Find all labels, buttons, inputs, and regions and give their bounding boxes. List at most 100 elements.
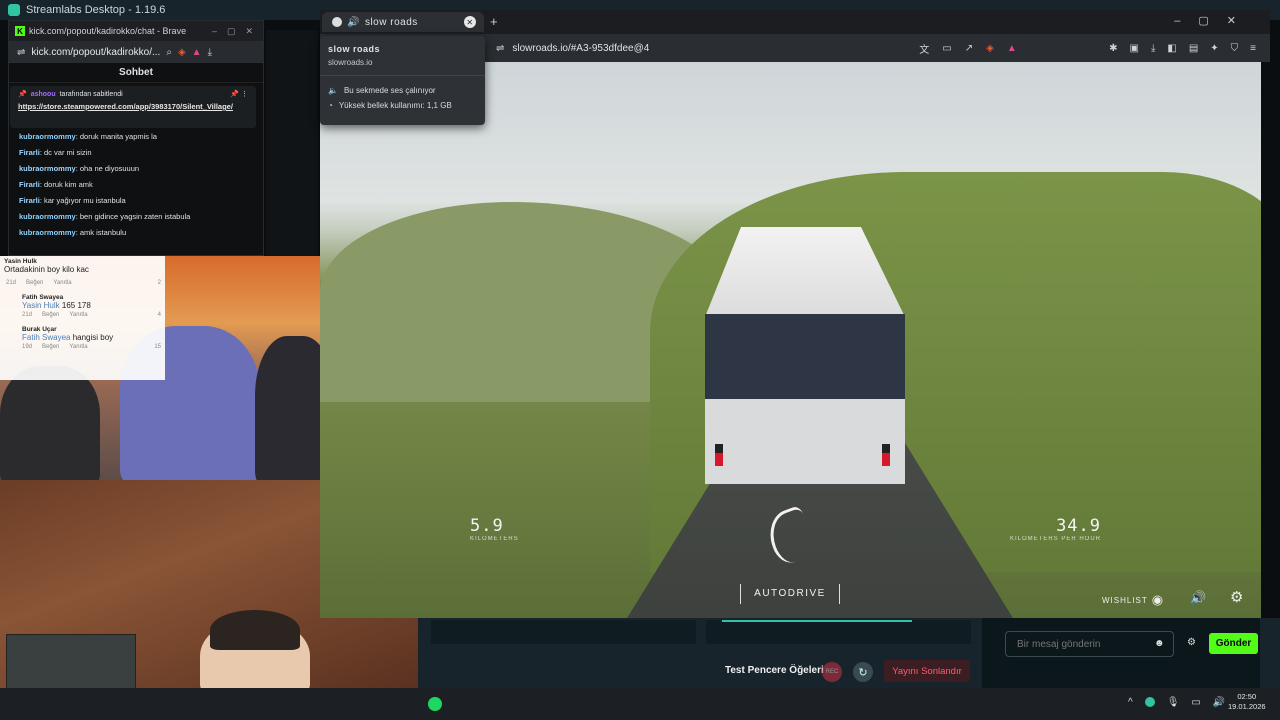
volume-icon[interactable]: 🔊 (1190, 590, 1206, 606)
comment-mention[interactable]: Fatih Swayea (22, 333, 70, 342)
pinned-by-user[interactable]: ashoou (31, 91, 56, 98)
chat-username[interactable]: kubraormommy (19, 164, 76, 173)
like-link[interactable]: Beğen (42, 344, 59, 350)
tray-chevron-icon[interactable]: ^ (1128, 697, 1133, 708)
extensions-icon[interactable]: ✱ (1109, 43, 1117, 54)
wishlist-label: WISHLIST (1102, 595, 1148, 605)
send-button[interactable]: Gönder (1209, 633, 1258, 654)
taskbar-clock[interactable]: 02:50 19.01.2026 (1228, 692, 1266, 712)
audio-level-bar[interactable] (722, 620, 912, 622)
brave-rewards-icon[interactable]: ▲ (1007, 41, 1017, 56)
site-settings-icon[interactable]: ⇌ (17, 47, 25, 58)
like-link[interactable]: Beğen (42, 312, 59, 318)
reply-link[interactable]: Yanıtla (53, 280, 71, 286)
chat-message: kubraormommy: doruk manita yapmis la (19, 132, 157, 141)
memory-icon: ◔ (328, 101, 333, 110)
url-field[interactable]: slowroads.io/#A3-953dfdee@4 (512, 43, 649, 54)
like-count: 15 (154, 344, 161, 350)
chat-message: Firarli: doruk kim amk (19, 180, 93, 189)
settings-gear-icon[interactable]: ⚙ (1230, 588, 1243, 606)
chat-address-bar[interactable]: ⇌ kick.com/popout/kadirokko/... ⌕ ◈ ▲ ⤓ (9, 41, 263, 63)
emoji-icon[interactable]: ☻ (1154, 638, 1165, 649)
test-widgets-label[interactable]: Test Pencere Öğeleri (725, 665, 824, 676)
volume-icon[interactable]: 🔊 (1213, 697, 1225, 708)
comment-text: hangisi boy (72, 333, 114, 342)
comment-age: 21d (6, 280, 17, 286)
system-tray: ^ 🎙 ▭ 🔊 (1128, 697, 1225, 708)
chat-username[interactable]: kubraormommy (19, 132, 76, 141)
windows-taskbar (0, 688, 1280, 720)
speaker-icon: 🔈 (328, 86, 338, 95)
site-favicon-icon (332, 17, 342, 27)
window-controls-icon[interactable]: –▢✕ (212, 26, 263, 37)
chat-username[interactable]: Firarli (19, 196, 40, 205)
end-stream-button[interactable]: Yayını Sonlandır (884, 660, 970, 682)
chat-message-list: kubraormommy: doruk manita yapmis la Fir… (9, 129, 263, 241)
clock-date: 19.01.2026 (1228, 702, 1266, 711)
search-icon[interactable]: ⌕ (166, 47, 172, 58)
tab-title: slow roads (364, 16, 418, 28)
download-icon[interactable]: ⤓ (208, 47, 212, 58)
brave-shield-icon[interactable]: ◈ (986, 41, 994, 56)
comment-age: 19d (22, 344, 33, 350)
chat-text: doruk kim amk (44, 180, 93, 189)
audio-mixer-right (706, 620, 971, 644)
window-controls-icon[interactable]: –▢✕ (1174, 14, 1254, 27)
comment-mention[interactable]: Yasin Hulk (22, 301, 60, 310)
app-title: Streamlabs Desktop - 1.19.6 (26, 4, 166, 16)
tab-slow-roads[interactable]: 🔊 slow roads ✕ (322, 12, 484, 32)
like-link[interactable]: Beğen (26, 280, 43, 286)
autodrive-button[interactable]: AUTODRIVE (740, 584, 840, 604)
chat-message: kubraormommy: amk istanbulu (19, 228, 127, 237)
chat-username[interactable]: Firarli (19, 148, 40, 157)
chat-username[interactable]: Firarli (19, 180, 40, 189)
chat-username[interactable]: kubraormommy (19, 212, 76, 221)
chat-text: amk istanbulu (79, 228, 127, 237)
site-settings-icon[interactable]: ⇌ (496, 43, 504, 54)
hover-card-audio-row: 🔈 Bu sekmede ses çalınıyor (328, 86, 477, 95)
kick-logo-icon: K (15, 26, 25, 36)
chat-text: ben gidince yagsin zaten istabula (79, 212, 191, 221)
network-icon[interactable]: ▭ (1191, 697, 1200, 708)
pinned-message: 📌 ashoou tarafından sabitlendi 📌 ⋮ https… (10, 86, 256, 128)
brave-shield-icon[interactable]: ◈ (178, 47, 186, 58)
wallet-icon[interactable]: ▤ (1189, 43, 1198, 54)
comment-author: Burak Uçar (22, 326, 57, 333)
spotify-icon[interactable] (428, 697, 442, 711)
vpn-icon[interactable]: ⛉ (1231, 43, 1239, 54)
streamlabs-tray-icon[interactable] (1144, 697, 1155, 707)
cast-icon[interactable]: ▭ (942, 41, 951, 56)
pin-icon: 📌 (18, 91, 27, 98)
chat-window-title: kick.com/popout/kadirokko/chat - Brave (29, 26, 187, 36)
comment-author: Yasin Hulk (4, 258, 37, 265)
record-button[interactable]: REC (822, 662, 842, 682)
unpin-icon[interactable]: 📌 ⋮ (230, 90, 248, 98)
brave-rewards-icon[interactable]: ▲ (192, 47, 202, 58)
slowroads-game-canvas[interactable]: 5.9 KILOMETERS 34.9 KILOMETERS PER HOUR … (320, 62, 1261, 618)
speaker-icon[interactable]: 🔊 (347, 17, 360, 28)
chat-address[interactable]: kick.com/popout/kadirokko/... (31, 47, 160, 58)
distance-value: 5.9 (470, 516, 504, 536)
chat-message-input[interactable] (1005, 631, 1174, 657)
reply-link[interactable]: Yanıtla (69, 312, 87, 318)
pinned-link[interactable]: https://store.steampowered.com/app/39831… (18, 102, 248, 112)
reply-link[interactable]: Yanıtla (69, 344, 87, 350)
comment-text: Ortadakinin boy kilo kac (4, 265, 89, 274)
download-icon[interactable]: ⤓ (1151, 43, 1155, 54)
translate-icon[interactable]: 文 (919, 41, 929, 56)
close-tab-icon[interactable]: ✕ (464, 16, 476, 28)
share-icon[interactable]: ↗ (965, 41, 973, 56)
hover-card-memory-row: ◔ Yüksek bellek kullanımı: 1,1 GB (328, 101, 477, 110)
pinned-by-text: tarafından sabitlendi (59, 90, 123, 98)
chat-text: doruk manita yapmis la (79, 132, 157, 141)
menu-icon[interactable]: ≡ (1250, 43, 1256, 54)
wishlist-button[interactable]: WISHLIST ◉ (1102, 592, 1164, 608)
chat-settings-icon[interactable]: ⚙ (1187, 637, 1196, 648)
sidebar-icon[interactable]: ◧ (1167, 43, 1176, 54)
reader-icon[interactable]: ▣ (1129, 43, 1138, 54)
microphone-icon[interactable]: 🎙 (1167, 697, 1180, 708)
leo-icon[interactable]: ✦ (1210, 43, 1218, 54)
replay-buffer-icon[interactable]: ↻ (853, 662, 873, 682)
chat-username[interactable]: kubraormommy (19, 228, 76, 237)
new-tab-icon[interactable]: + (490, 14, 498, 29)
